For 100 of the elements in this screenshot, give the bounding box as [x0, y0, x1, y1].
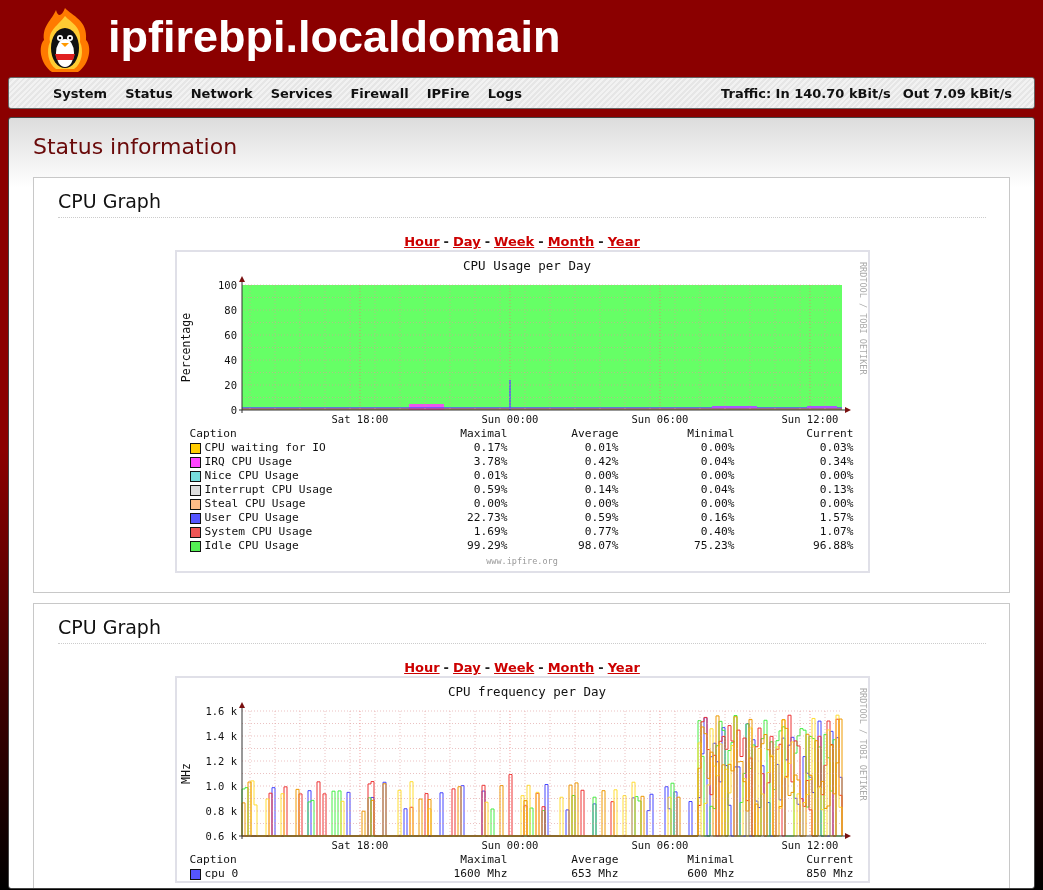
legend-column-header: Current	[805, 853, 854, 867]
y-tick-label: 40	[223, 354, 237, 366]
page-heading: Status information	[33, 134, 239, 159]
legend-value: 0.17%	[472, 441, 508, 455]
legend-label: User CPU Usage	[204, 511, 299, 525]
y-tick-label: 1.4 k	[204, 730, 237, 742]
user-usage-spike	[508, 379, 511, 411]
legend-column-header: Caption	[189, 853, 238, 867]
legend-value: 0.59%	[472, 483, 508, 497]
legend-column-header: Average	[570, 853, 619, 867]
legend-column-header: Maximal	[459, 427, 508, 441]
y-tick-label: 1.0 k	[204, 780, 237, 792]
separator-text: -	[538, 660, 544, 675]
graph-title: CPU Usage per Day	[462, 258, 591, 273]
y-tick-label: 100	[217, 279, 237, 291]
legend-value: 0.42%	[583, 455, 619, 469]
legend-value: 98.07%	[577, 539, 619, 553]
y-tick-label: 1.6 k	[204, 705, 237, 717]
separator-text: -	[443, 234, 449, 249]
section-title: CPU Graph	[58, 190, 986, 218]
legend-value: 0.04%	[699, 455, 735, 469]
nav-menu-item[interactable]: Logs	[478, 85, 531, 101]
y-tick-label: 0.8 k	[204, 805, 237, 817]
legend-value: 0.40%	[699, 525, 735, 539]
legend-column-header: Minimal	[686, 427, 735, 441]
y-tick-label: 1.2 k	[204, 755, 237, 767]
period-link[interactable]: Year	[607, 660, 640, 675]
legend-value: 0.01%	[583, 441, 619, 455]
legend-value: 0.00%	[818, 497, 854, 511]
site-title: ipfirebpi.localdomain	[108, 10, 561, 63]
legend-column-header: Minimal	[686, 853, 735, 867]
legend-value: 22.73%	[466, 511, 508, 525]
credit-text: RRDTOOL / TOBI OETIKER	[857, 262, 868, 375]
legend-label: Steal CPU Usage	[204, 497, 306, 511]
legend-value: 0.03%	[818, 441, 854, 455]
x-tick-label: Sun 06:00	[631, 413, 688, 425]
x-tick-label: Sun 12:00	[781, 839, 838, 851]
y-axis-label: MHz	[178, 763, 193, 784]
legend-label: Idle CPU Usage	[204, 539, 299, 553]
separator-text: -	[484, 234, 491, 249]
legend-value: 0.00%	[699, 441, 735, 455]
legend-value: 0.00%	[699, 469, 735, 483]
x-tick-label: Sat 18:00	[331, 413, 388, 425]
period-link[interactable]: Day	[453, 234, 481, 249]
legend-value: 1.07%	[818, 525, 854, 539]
legend-value: 0.77%	[583, 525, 619, 539]
legend-value: 1600 Mhz	[452, 867, 508, 881]
nav-menu-item[interactable]: Network	[181, 85, 262, 101]
legend-value: 1.57%	[818, 511, 854, 525]
legend-value: 0.00%	[699, 497, 735, 511]
period-link[interactable]: Hour	[404, 660, 440, 675]
period-link[interactable]: Week	[494, 234, 535, 249]
legend-label: CPU waiting for IO	[204, 441, 326, 455]
legend-value: 1.69%	[472, 525, 508, 539]
separator-text: -	[443, 660, 449, 675]
x-tick-label: Sun 00:00	[481, 413, 538, 425]
legend-value: 600 Mhz	[686, 867, 735, 881]
separator-text: -	[538, 234, 544, 249]
nav-menu-item[interactable]: IPFire	[417, 85, 479, 101]
y-tick-label: 0.6 k	[204, 830, 237, 842]
legend-column-header: Caption	[189, 427, 238, 441]
period-link[interactable]: Month	[547, 234, 595, 249]
section-title: CPU Graph	[58, 616, 986, 644]
legend-column-header: Maximal	[459, 853, 508, 867]
nav-menu-item[interactable]: System	[44, 85, 117, 101]
nav-menu-item[interactable]: Services	[261, 85, 342, 101]
y-tick-label: 80	[223, 304, 237, 316]
nav-menu-item[interactable]: Status	[116, 85, 182, 101]
x-tick-label: Sat 18:00	[331, 839, 388, 851]
legend-value: 75.23%	[693, 539, 735, 553]
legend-value: 0.14%	[583, 483, 619, 497]
irq-usage-area	[408, 404, 444, 410]
legend-value: 0.01%	[472, 469, 508, 483]
period-link[interactable]: Week	[494, 660, 535, 675]
legend-value: 3.78%	[472, 455, 508, 469]
y-tick-label: 0	[230, 404, 237, 416]
legend-value: 653 Mhz	[570, 867, 619, 881]
legend-value: 0.00%	[472, 497, 508, 511]
period-link[interactable]: Hour	[404, 234, 440, 249]
legend-value: 0.16%	[699, 511, 735, 525]
legend-value: 850 Mhz	[805, 867, 854, 881]
legend-label: cpu 0	[204, 867, 239, 881]
x-tick-label: Sun 00:00	[481, 839, 538, 851]
graph-title: CPU frequency per Day	[447, 684, 606, 699]
x-tick-label: Sun 06:00	[631, 839, 688, 851]
legend-value: 0.34%	[818, 455, 854, 469]
legend-value: 0.04%	[699, 483, 735, 497]
nav-menu-item[interactable]: Firewall	[341, 85, 418, 101]
period-link[interactable]: Month	[547, 660, 595, 675]
legend-value: 0.00%	[818, 469, 854, 483]
traffic-out-text: Out 7.09 kBit/s	[902, 85, 1012, 101]
legend-label: Nice CPU Usage	[204, 469, 299, 483]
x-tick-label: Sun 12:00	[781, 413, 838, 425]
legend-column-header: Current	[805, 427, 854, 441]
legend-value: 0.59%	[583, 511, 619, 525]
legend-column-header: Average	[570, 427, 619, 441]
period-link[interactable]: Year	[607, 234, 640, 249]
period-link[interactable]: Day	[453, 660, 481, 675]
separator-text: -	[598, 234, 604, 249]
legend-value: 0.13%	[818, 483, 854, 497]
